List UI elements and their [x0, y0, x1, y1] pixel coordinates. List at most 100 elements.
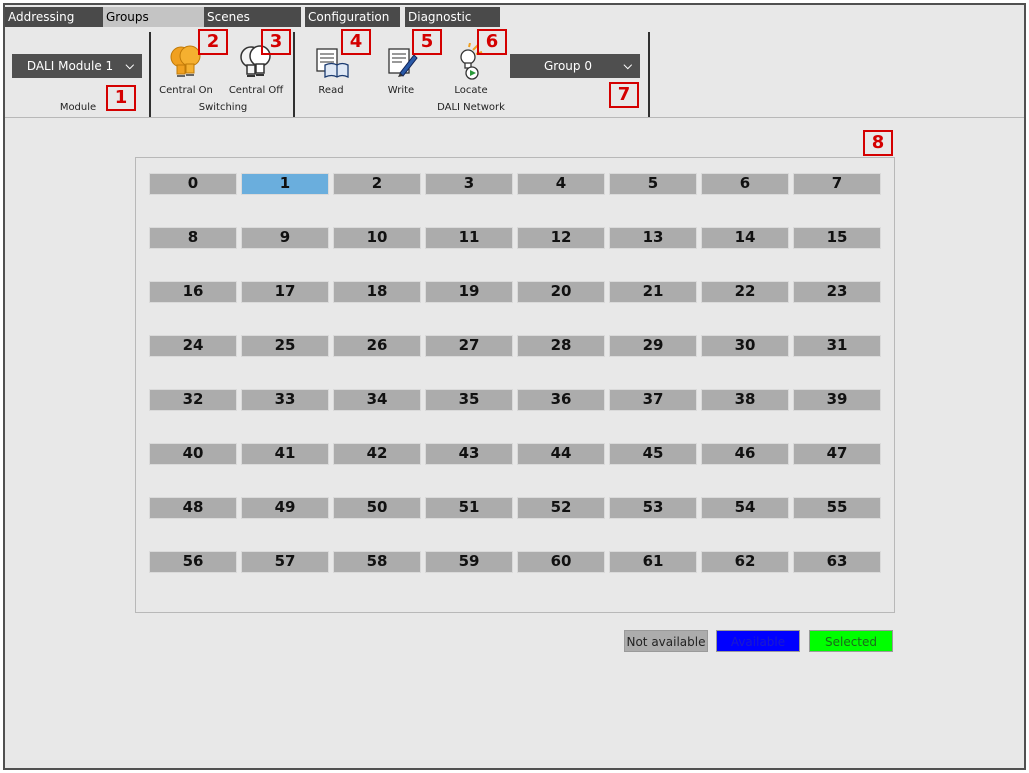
write-label: Write: [387, 85, 415, 96]
address-cell[interactable]: 17: [241, 281, 329, 303]
address-cell[interactable]: 6: [701, 173, 789, 195]
address-cell[interactable]: 27: [425, 335, 513, 357]
address-cell[interactable]: 59: [425, 551, 513, 573]
callout-7: 7: [609, 82, 639, 108]
address-cell[interactable]: 22: [701, 281, 789, 303]
module-dropdown-value: DALI Module 1: [26, 59, 114, 73]
address-cell[interactable]: 53: [609, 497, 697, 519]
legend-selected: Selected: [809, 630, 893, 652]
ribbon-bottom-border: [5, 117, 1024, 118]
legend-not-available: Not available: [624, 630, 708, 652]
chevron-down-icon: ⌵: [623, 59, 632, 72]
callout-8: 8: [863, 130, 893, 156]
address-cell[interactable]: 37: [609, 389, 697, 411]
ribbon-divider: [149, 32, 151, 118]
address-cell[interactable]: 21: [609, 281, 697, 303]
address-cell[interactable]: 33: [241, 389, 329, 411]
tab-configuration[interactable]: Configuration: [305, 7, 400, 27]
address-cell[interactable]: 41: [241, 443, 329, 465]
address-cell[interactable]: 10: [333, 227, 421, 249]
address-cell[interactable]: 46: [701, 443, 789, 465]
address-cell[interactable]: 47: [793, 443, 881, 465]
address-cell[interactable]: 7: [793, 173, 881, 195]
address-cell[interactable]: 26: [333, 335, 421, 357]
address-cell[interactable]: 24: [149, 335, 237, 357]
tab-addressing[interactable]: Addressing: [5, 7, 103, 27]
address-cell[interactable]: 8: [149, 227, 237, 249]
callout-3: 3: [261, 29, 291, 55]
address-cell[interactable]: 5: [609, 173, 697, 195]
ribbon-divider: [293, 32, 295, 118]
address-cell[interactable]: 2: [333, 173, 421, 195]
address-cell[interactable]: 28: [517, 335, 605, 357]
address-cell[interactable]: 4: [517, 173, 605, 195]
address-cell[interactable]: 11: [425, 227, 513, 249]
address-cell[interactable]: 60: [517, 551, 605, 573]
read-label: Read: [318, 85, 344, 96]
address-grid: 0 1 2 3 4 5 6 7 8 9 10 11 12 13 14 15 16 17 18 19 20 21 22 23 24…: [135, 157, 895, 613]
tab-groups[interactable]: Groups: [103, 7, 204, 27]
callout-1: 1: [106, 85, 136, 111]
address-cell[interactable]: 13: [609, 227, 697, 249]
central-on-label: Central On: [159, 85, 213, 96]
locate-label: Locate: [454, 85, 488, 96]
module-dropdown[interactable]: DALI Module 1 ⌵: [12, 54, 142, 78]
address-cell[interactable]: 39: [793, 389, 881, 411]
address-cell[interactable]: 14: [701, 227, 789, 249]
address-cell[interactable]: 45: [609, 443, 697, 465]
callout-6: 6: [477, 29, 507, 55]
address-cell[interactable]: 32: [149, 389, 237, 411]
address-cell[interactable]: 58: [333, 551, 421, 573]
address-cell[interactable]: 51: [425, 497, 513, 519]
address-cell[interactable]: 55: [793, 497, 881, 519]
address-cell[interactable]: 50: [333, 497, 421, 519]
address-cell[interactable]: 12: [517, 227, 605, 249]
address-cell[interactable]: 52: [517, 497, 605, 519]
ribbon-toolbar: DALI Module 1 ⌵ Module Central On Centra…: [5, 27, 1024, 118]
address-cell[interactable]: 3: [425, 173, 513, 195]
address-cell[interactable]: 15: [793, 227, 881, 249]
module-group-label: Module: [59, 102, 97, 113]
dali-network-group-label: DALI Network: [437, 102, 505, 113]
address-cell[interactable]: 62: [701, 551, 789, 573]
address-cell[interactable]: 42: [333, 443, 421, 465]
callout-4: 4: [341, 29, 371, 55]
address-cell[interactable]: 31: [793, 335, 881, 357]
address-cell[interactable]: 18: [333, 281, 421, 303]
address-cell[interactable]: 57: [241, 551, 329, 573]
group-dropdown-value: Group 0: [544, 59, 592, 73]
address-cell[interactable]: 54: [701, 497, 789, 519]
callout-2: 2: [198, 29, 228, 55]
address-cell[interactable]: 61: [609, 551, 697, 573]
address-cell[interactable]: 48: [149, 497, 237, 519]
address-cell[interactable]: 16: [149, 281, 237, 303]
switching-group-label: Switching: [198, 102, 248, 113]
address-cell[interactable]: 25: [241, 335, 329, 357]
app-window: Addressing Groups Scenes Configuration D…: [3, 3, 1026, 770]
address-cell[interactable]: 1: [241, 173, 329, 195]
address-cell[interactable]: 23: [793, 281, 881, 303]
address-cell[interactable]: 0: [149, 173, 237, 195]
address-cell[interactable]: 9: [241, 227, 329, 249]
address-cell[interactable]: 19: [425, 281, 513, 303]
address-cell[interactable]: 35: [425, 389, 513, 411]
address-cell[interactable]: 20: [517, 281, 605, 303]
address-cell[interactable]: 30: [701, 335, 789, 357]
address-cell[interactable]: 38: [701, 389, 789, 411]
tab-scenes[interactable]: Scenes: [204, 7, 301, 27]
tab-diagnostic[interactable]: Diagnostic: [405, 7, 500, 27]
address-cell[interactable]: 63: [793, 551, 881, 573]
address-cell[interactable]: 44: [517, 443, 605, 465]
address-cell[interactable]: 49: [241, 497, 329, 519]
address-cell[interactable]: 43: [425, 443, 513, 465]
address-cell[interactable]: 40: [149, 443, 237, 465]
address-cell[interactable]: 56: [149, 551, 237, 573]
address-cell[interactable]: 36: [517, 389, 605, 411]
address-cell[interactable]: 34: [333, 389, 421, 411]
address-cell[interactable]: 29: [609, 335, 697, 357]
ribbon-divider: [648, 32, 650, 118]
legend-available: Available: [716, 630, 800, 652]
chevron-down-icon: ⌵: [125, 59, 134, 72]
group-dropdown[interactable]: Group 0 ⌵: [510, 54, 640, 78]
callout-5: 5: [412, 29, 442, 55]
